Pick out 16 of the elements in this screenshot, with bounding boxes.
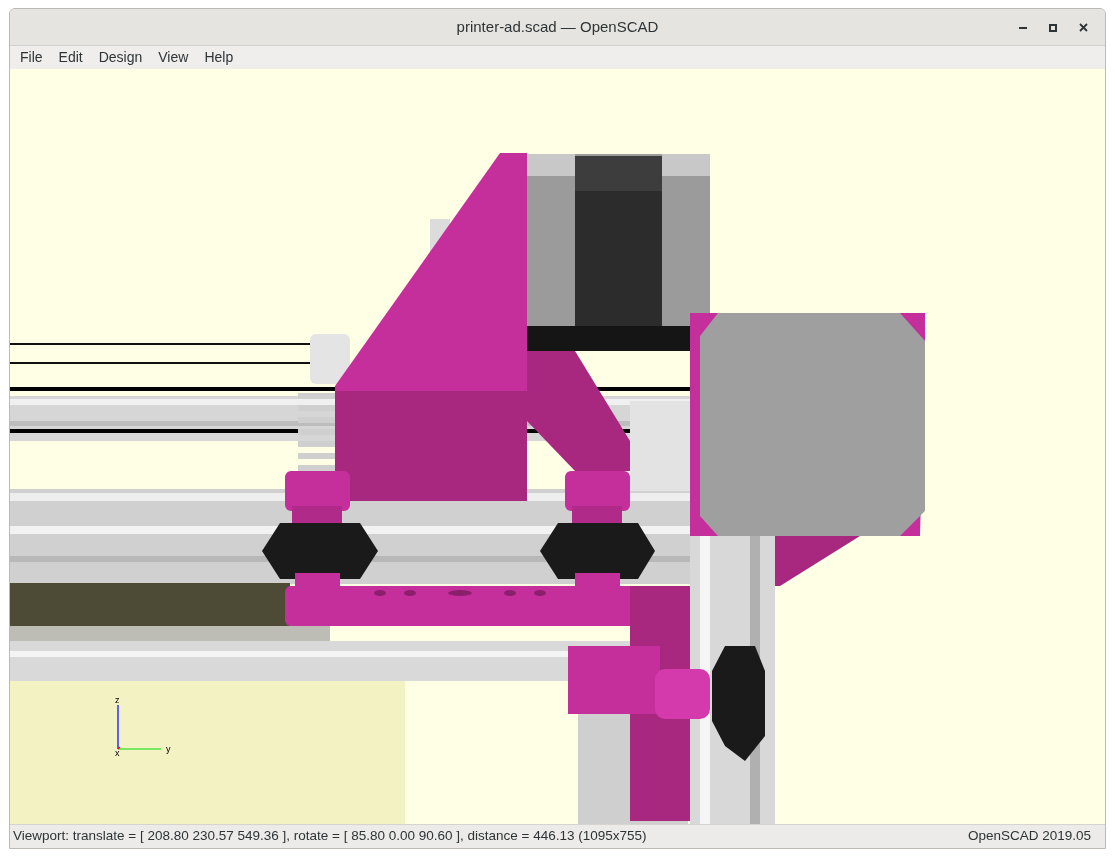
- 3d-viewport[interactable]: z x y: [10, 69, 1105, 824]
- window-title: printer-ad.scad — OpenSCAD: [456, 16, 659, 37]
- axis-indicator-drawing: [117, 704, 162, 750]
- close-icon: [1078, 23, 1088, 32]
- maximize-icon: [1049, 23, 1057, 32]
- menu-item[interactable]: Edit: [50, 46, 91, 69]
- z-axis-label: z: [115, 695, 120, 705]
- menu-item[interactable]: View: [150, 46, 197, 69]
- menu-item[interactable]: Help: [196, 46, 242, 69]
- y-axis-label: y: [166, 744, 171, 754]
- menu-item[interactable]: Design: [90, 46, 151, 69]
- minimize-icon: [1019, 26, 1027, 29]
- x-axis-label: x: [115, 748, 120, 758]
- version-text: OpenSCAD 2019.05: [967, 827, 1091, 846]
- menu-item[interactable]: File: [12, 46, 51, 69]
- viewport-info-text: Viewport: translate = [ 208.80 230.57 549.36 ], rotate = [ 85.80 0.00 90.60 ], distance = 446.13 (1095x755): [13, 827, 647, 846]
